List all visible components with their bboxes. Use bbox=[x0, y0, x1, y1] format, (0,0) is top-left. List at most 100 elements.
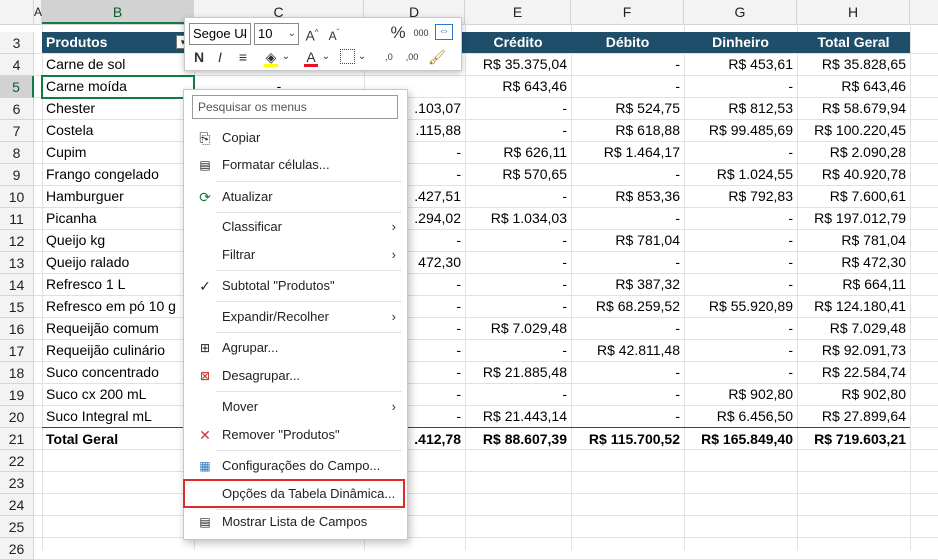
cell-e[interactable]: - bbox=[465, 185, 571, 207]
cell-f[interactable]: R$ 853,36 bbox=[571, 185, 684, 207]
cell-h[interactable]: R$ 40.920,78 bbox=[797, 163, 910, 185]
cell-h[interactable]: R$ 58.679,94 bbox=[797, 97, 910, 119]
cell-f[interactable]: R$ 781,04 bbox=[571, 229, 684, 251]
menu-item-move[interactable]: Mover › bbox=[185, 394, 406, 420]
cell-e[interactable]: - bbox=[465, 229, 571, 251]
row-label[interactable]: Cupim bbox=[42, 141, 86, 163]
row-label[interactable]: Suco cx 200 mL bbox=[42, 383, 146, 405]
format-painter-icon[interactable]: 🖌 bbox=[428, 47, 446, 67]
format-cells-icon[interactable]: ⇔ bbox=[435, 24, 453, 40]
row-label[interactable]: Costela bbox=[42, 119, 93, 141]
menu-item-filter[interactable]: Filtrar › bbox=[185, 242, 406, 268]
row-header-19[interactable]: 19 bbox=[0, 384, 34, 406]
cell-e[interactable]: - bbox=[465, 251, 571, 273]
cell-f[interactable]: R$ 1.464,17 bbox=[571, 141, 684, 163]
cell-h[interactable]: R$ 664,11 bbox=[797, 273, 910, 295]
cell-h[interactable]: R$ 92.091,73 bbox=[797, 339, 910, 361]
cell-g[interactable]: R$ 453,61 bbox=[684, 53, 797, 75]
borders-icon[interactable] bbox=[340, 49, 355, 64]
row-label[interactable]: Suco Integral mL bbox=[42, 405, 152, 427]
cell-g[interactable]: - bbox=[684, 339, 797, 361]
fill-color-icon[interactable]: ◈ bbox=[262, 47, 280, 67]
cell-e[interactable]: R$ 21.885,48 bbox=[465, 361, 571, 383]
column-header-e[interactable]: E bbox=[465, 0, 571, 24]
font-color-icon[interactable]: A bbox=[302, 47, 320, 67]
row-header-10[interactable]: 10 bbox=[0, 186, 34, 208]
cell-h[interactable]: R$ 2.090,28 bbox=[797, 141, 910, 163]
row-label[interactable]: Queijo kg bbox=[42, 229, 105, 251]
cell-e[interactable]: R$ 21.443,14 bbox=[465, 405, 571, 427]
menu-item-ungroup[interactable]: ⊠ Desagrupar... bbox=[185, 363, 406, 389]
cell-g[interactable]: - bbox=[684, 229, 797, 251]
column-header-a[interactable]: A bbox=[34, 0, 42, 24]
cell-h[interactable]: R$ 902,80 bbox=[797, 383, 910, 405]
chevron-down-icon[interactable]: ⌄ bbox=[281, 47, 291, 67]
align-center-icon[interactable]: ≡ bbox=[234, 47, 252, 67]
menu-item-format-cells[interactable]: ▤ Formatar células... bbox=[185, 152, 406, 178]
row-header-15[interactable]: 15 bbox=[0, 296, 34, 318]
row-header-22[interactable]: 22 bbox=[0, 450, 34, 472]
row-header-6[interactable]: 6 bbox=[0, 98, 34, 120]
cell-g[interactable]: - bbox=[684, 207, 797, 229]
row-header-3[interactable]: 3 bbox=[0, 32, 34, 54]
cell-h[interactable]: R$ 35.828,65 bbox=[797, 53, 910, 75]
cell-e[interactable]: R$ 643,46 bbox=[465, 75, 571, 97]
cell-g[interactable]: R$ 812,53 bbox=[684, 97, 797, 119]
cell-g[interactable]: - bbox=[684, 75, 797, 97]
row-label[interactable]: Chester bbox=[42, 97, 95, 119]
cell-e[interactable]: R$ 35.375,04 bbox=[465, 53, 571, 75]
font-name-select[interactable]: Segoe UI ⌄ bbox=[189, 23, 251, 45]
cell-e[interactable]: - bbox=[465, 339, 571, 361]
cell-g[interactable]: R$ 1.024,55 bbox=[684, 163, 797, 185]
row-header-24[interactable]: 24 bbox=[0, 494, 34, 516]
cell-e[interactable]: R$ 7.029,48 bbox=[465, 317, 571, 339]
cell-e[interactable]: - bbox=[465, 273, 571, 295]
row-label[interactable]: Carne de sol bbox=[42, 53, 125, 75]
cell-g[interactable]: R$ 902,80 bbox=[684, 383, 797, 405]
row-header-14[interactable]: 14 bbox=[0, 274, 34, 296]
cell-e[interactable]: R$ 1.034,03 bbox=[465, 207, 571, 229]
cell-g[interactable]: - bbox=[684, 251, 797, 273]
font-size-select[interactable]: 10 ⌄ bbox=[254, 23, 299, 45]
grow-font-icon[interactable]: A^ bbox=[302, 23, 322, 46]
row-label[interactable]: Hamburguer bbox=[42, 185, 124, 207]
cell-f[interactable]: R$ 524,75 bbox=[571, 97, 684, 119]
cell-h[interactable]: R$ 197.012,79 bbox=[797, 207, 910, 229]
total-e[interactable]: R$ 88.607,39 bbox=[465, 428, 571, 450]
menu-item-sort[interactable]: Classificar › bbox=[185, 214, 406, 240]
cell-e[interactable]: - bbox=[465, 383, 571, 405]
cell-h[interactable]: R$ 7.029,48 bbox=[797, 317, 910, 339]
cell-g[interactable]: R$ 6.456,50 bbox=[684, 405, 797, 427]
cell-f[interactable]: - bbox=[571, 405, 684, 427]
italic-button[interactable]: I bbox=[211, 47, 229, 67]
bold-button[interactable]: N bbox=[190, 47, 208, 67]
row-label[interactable]: Suco concentrado bbox=[42, 361, 159, 383]
cell-h[interactable]: R$ 27.899,64 bbox=[797, 405, 910, 427]
row-label[interactable]: Refresco em pó 10 g bbox=[42, 295, 176, 317]
menu-item-subtotal[interactable]: ✓ Subtotal "Produtos" bbox=[185, 273, 406, 299]
cell-f[interactable]: - bbox=[571, 75, 684, 97]
cell-f[interactable]: - bbox=[571, 361, 684, 383]
row-header-12[interactable]: 12 bbox=[0, 230, 34, 252]
cell-g[interactable]: - bbox=[684, 141, 797, 163]
cell-e[interactable]: R$ 626,11 bbox=[465, 141, 571, 163]
cell-e[interactable]: R$ 570,65 bbox=[465, 163, 571, 185]
cell-h[interactable]: R$ 472,30 bbox=[797, 251, 910, 273]
cell-f[interactable]: - bbox=[571, 383, 684, 405]
cell-f[interactable]: R$ 387,32 bbox=[571, 273, 684, 295]
menu-item-group[interactable]: ⊞ Agrupar... bbox=[185, 335, 406, 361]
menu-item-expand-collapse[interactable]: Expandir/Recolher › bbox=[185, 304, 406, 330]
row-header-13[interactable]: 13 bbox=[0, 252, 34, 274]
column-header-g[interactable]: G bbox=[684, 0, 797, 24]
column-header-h[interactable]: H bbox=[797, 0, 910, 24]
row-header-11[interactable]: 11 bbox=[0, 208, 34, 230]
cell-f[interactable]: R$ 42.811,48 bbox=[571, 339, 684, 361]
menu-search-input[interactable]: Pesquisar os menus bbox=[192, 95, 398, 119]
cell-e[interactable]: - bbox=[465, 295, 571, 317]
cell-f[interactable]: - bbox=[571, 53, 684, 75]
active-cell-b5[interactable] bbox=[41, 75, 195, 99]
row-header-25[interactable]: 25 bbox=[0, 516, 34, 538]
thousands-separator-button[interactable]: 000 bbox=[411, 23, 431, 43]
row-header-16[interactable]: 16 bbox=[0, 318, 34, 340]
total-label[interactable]: Total Geral bbox=[42, 428, 118, 450]
